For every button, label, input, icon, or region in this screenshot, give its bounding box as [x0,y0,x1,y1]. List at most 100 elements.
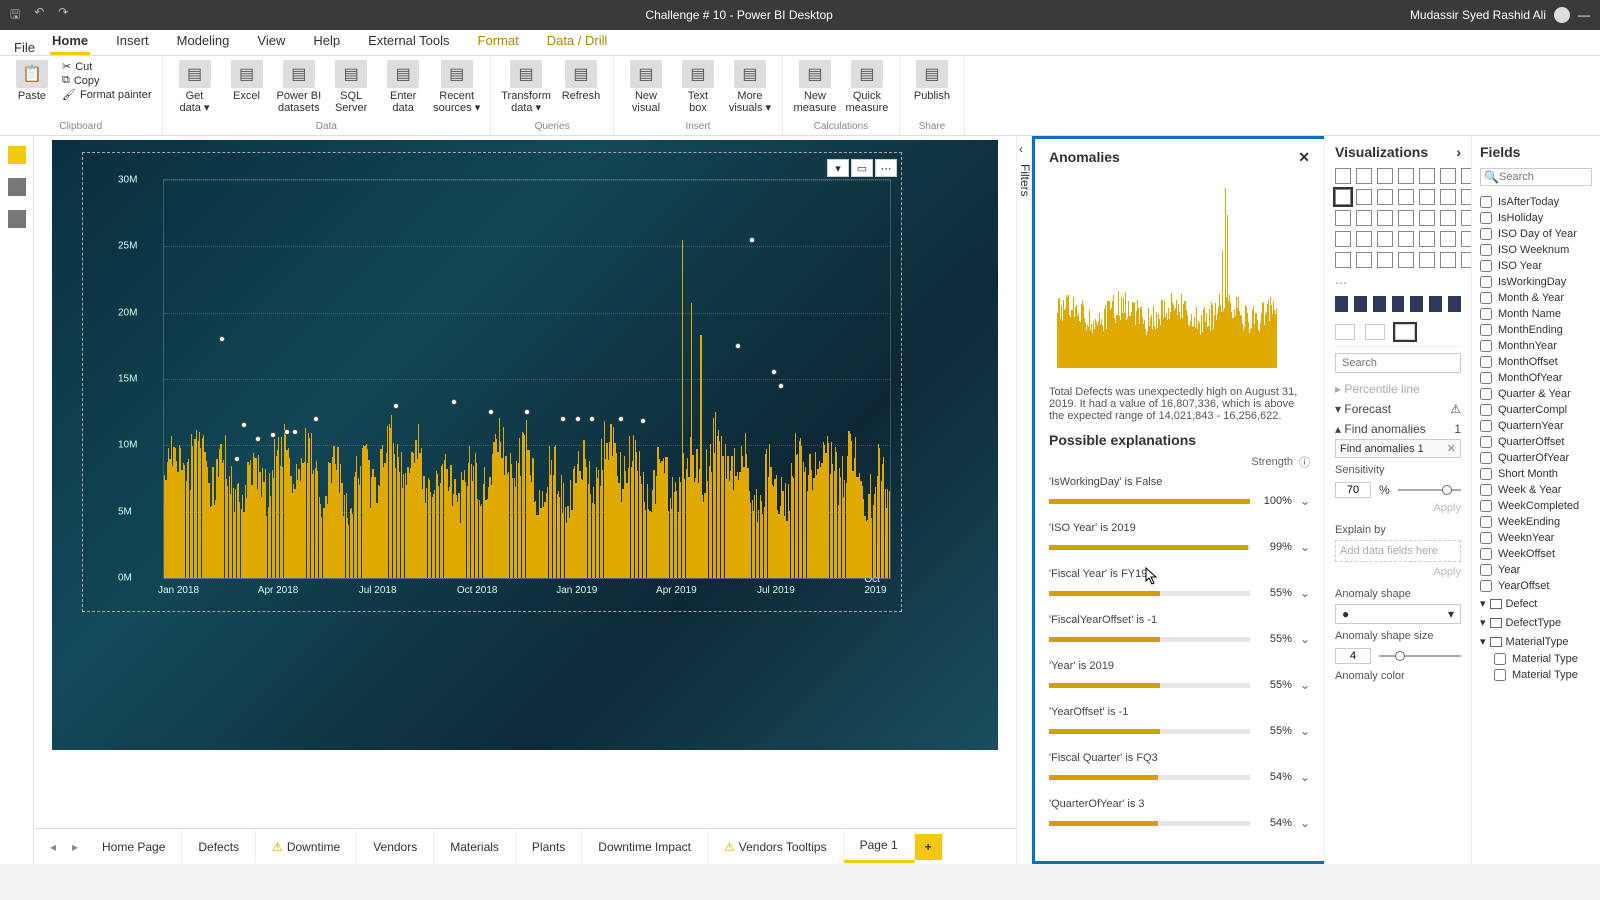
copy-button[interactable]: ⧉ Copy [62,74,152,87]
field-name[interactable]: Week & Year [1498,484,1561,496]
field-name[interactable]: Month Name [1498,308,1561,320]
viz-type-icon[interactable] [1398,189,1414,205]
viz-type-icon[interactable] [1440,168,1456,184]
field-name[interactable]: IsWorkingDay [1498,276,1566,288]
menu-format[interactable]: Format [476,29,521,55]
field-checkbox[interactable] [1480,484,1492,496]
sensitivity-slider[interactable] [1398,489,1461,491]
chevron-down-icon[interactable]: ⌄ [1300,816,1310,830]
viz-type-icon[interactable] [1377,168,1393,184]
cut-button[interactable]: ✂ Cut [62,60,152,73]
chevron-down-icon[interactable]: ⌄ [1300,494,1310,508]
layer-icon[interactable] [1429,296,1442,312]
viz-type-icon[interactable] [1335,231,1351,247]
format-pane-tab[interactable] [1365,324,1385,340]
chevron-down-icon[interactable]: ⌄ [1300,770,1310,784]
chevron-down-icon[interactable]: ⌄ [1300,724,1310,738]
viz-type-icon[interactable] [1440,252,1456,268]
menu-file[interactable]: File [12,36,37,59]
anomaly-marker[interactable] [488,409,494,415]
expand-filters-icon[interactable]: ‹ [1019,142,1023,156]
sheet-tab[interactable]: Home Page [86,830,182,863]
ribbon-text-boxbutton[interactable]: ▤Textbox [676,60,720,120]
layer-icon[interactable] [1335,296,1348,312]
viz-type-icon[interactable] [1377,210,1393,226]
anomaly-marker[interactable] [560,416,566,422]
table-name[interactable]: DefectType [1506,617,1562,629]
viz-type-icon[interactable] [1419,168,1435,184]
anomaly-marker[interactable] [749,237,755,243]
field-name[interactable]: QuarterOfYear [1498,452,1569,464]
viz-type-icon[interactable] [1335,210,1351,226]
sheet-tab[interactable]: ⚠Downtime [256,830,357,863]
paste-button[interactable]: 📋Paste [10,60,54,120]
anomaly-marker[interactable] [524,409,530,415]
anomaly-marker[interactable] [241,422,247,428]
viz-type-icon[interactable] [1419,252,1435,268]
viz-type-icon[interactable] [1377,189,1393,205]
field-checkbox[interactable] [1480,388,1492,400]
field-checkbox[interactable] [1480,580,1492,592]
field-name[interactable]: Month & Year [1498,292,1564,304]
sheet-tab[interactable]: Page 1 [844,830,915,863]
viz-type-icon[interactable] [1419,231,1435,247]
find-anomalies-pill[interactable]: Find anomalies 1✕ [1335,439,1461,458]
field-name[interactable]: QuarterOffset [1498,436,1564,448]
field-name[interactable]: WeekCompleted [1498,500,1579,512]
field-name[interactable]: Quarter & Year [1498,388,1571,400]
viz-type-icon[interactable] [1356,252,1372,268]
remove-pill-icon[interactable]: ✕ [1447,442,1456,455]
layer-icon[interactable] [1354,296,1367,312]
layer-icon[interactable] [1392,296,1405,312]
info-icon[interactable]: ⓘ [1299,454,1310,470]
field-checkbox[interactable] [1480,500,1492,512]
field-checkbox[interactable] [1480,532,1492,544]
ribbon-refreshbutton[interactable]: ▤Refresh [559,60,603,120]
field-checkbox[interactable] [1480,436,1492,448]
report-canvas[interactable]: ▾ ▭ ⋯ 0M5M10M15M20M25M30MJan 2018Apr 201… [34,136,1016,864]
field-checkbox[interactable] [1480,212,1492,224]
avatar[interactable] [1554,7,1570,23]
field-checkbox[interactable] [1480,548,1492,560]
viz-type-icon[interactable] [1335,252,1351,268]
field-checkbox[interactable] [1480,292,1492,304]
save-icon[interactable]: 🖫 [10,5,20,26]
explain-by-dropzone[interactable]: Add data fields here [1335,540,1461,562]
field-name[interactable]: YearOffset [1498,580,1549,592]
sheet-tab[interactable]: Materials [434,830,516,863]
anomaly-marker[interactable] [255,436,261,442]
anomaly-size-input[interactable] [1335,648,1371,664]
ribbon-publishbutton[interactable]: ▤Publish [910,60,954,120]
anomaly-marker[interactable] [292,429,298,435]
viz-type-icon[interactable] [1356,189,1372,205]
field-checkbox[interactable] [1480,260,1492,272]
anomaly-marker[interactable] [735,343,741,349]
field-name[interactable]: QuarternYear [1498,420,1564,432]
field-name[interactable]: ISO Weeknum [1498,244,1569,256]
ribbon-new-visualbutton[interactable]: ▤Newvisual [624,60,668,120]
sheet-tab[interactable]: Vendors [357,830,434,863]
field-name[interactable]: IsHoliday [1498,212,1543,224]
model-view-icon[interactable] [8,210,26,228]
field-name[interactable]: MonthnYear [1498,340,1557,352]
field-checkbox[interactable] [1480,516,1492,528]
anomaly-marker[interactable] [778,383,784,389]
field-checkbox[interactable] [1480,228,1492,240]
ribbon-excelbutton[interactable]: ▤Excel [225,60,269,120]
analytics-pane-tab[interactable] [1395,324,1415,340]
menu-external-tools[interactable]: External Tools [366,29,451,55]
viz-type-icon[interactable] [1377,252,1393,268]
viz-type-icon[interactable] [1419,189,1435,205]
field-name[interactable]: WeeknYear [1498,532,1554,544]
filters-pane-collapsed[interactable]: ‹ Filters [1016,136,1032,864]
redo-icon[interactable]: ↷ [58,5,68,26]
anomaly-marker[interactable] [313,416,319,422]
apply-explain[interactable]: Apply [1335,562,1461,582]
field-name[interactable]: Short Month [1498,468,1558,480]
viz-type-icon[interactable] [1461,231,1472,247]
viz-type-icon[interactable] [1419,210,1435,226]
undo-icon[interactable]: ↶ [34,5,44,26]
menu-home[interactable]: Home [50,29,90,55]
field-checkbox[interactable] [1480,372,1492,384]
tab-prev-icon[interactable]: ◂ [42,840,64,854]
